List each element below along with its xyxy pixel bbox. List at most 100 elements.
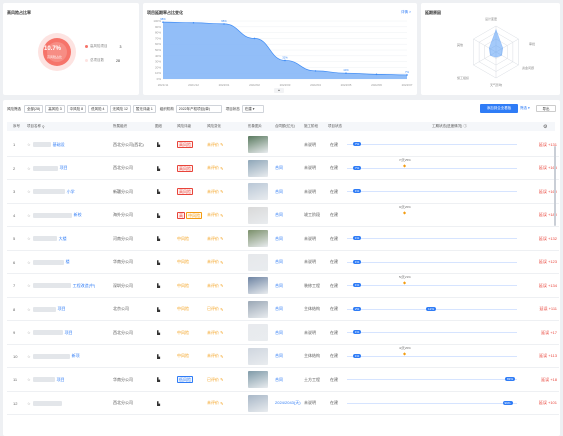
table-row[interactable]: 1 ☆ 基础设 西北分公司(西北) ▙ 高风险 未评价 ✎ 未说明 在建 7% … [7, 133, 559, 157]
star-icon[interactable]: ☆ [27, 142, 31, 147]
delay-remark[interactable]: 延误 +113 [519, 345, 557, 369]
detail-link[interactable]: 详情 > [401, 10, 411, 15]
project-image[interactable] [248, 204, 270, 228]
project-image[interactable] [248, 180, 270, 204]
col-header[interactable]: 项目名称 ⚲ [27, 122, 45, 131]
project-name[interactable]: ☆ 基础设 [27, 133, 109, 157]
project-image[interactable] [248, 392, 270, 416]
project-image[interactable] [248, 227, 270, 251]
risk-change[interactable]: 未评价 ✎ [207, 133, 245, 157]
delay-remark[interactable]: 延误 +180 [519, 204, 557, 228]
delay-remark[interactable]: 延误 +160 [519, 180, 557, 204]
filter-chip[interactable]: 无风险 12 [109, 105, 131, 113]
filter-chip[interactable]: 全部(28) [24, 105, 44, 113]
vertical-scrollbar[interactable] [554, 146, 556, 226]
risk-change[interactable]: 未评价 ✎ [207, 392, 245, 416]
data-point[interactable] [192, 21, 195, 24]
table-row[interactable]: 9 ☆ 项目 西北分公司 ▙ 中风险 未评价 ✎ 合同 未说明 在建 1% 延误… [7, 321, 559, 345]
project-name[interactable]: ☆ 工程改造(中) [27, 274, 109, 298]
filter-toggle[interactable]: 筛选 ▾ [520, 106, 530, 111]
table-row[interactable]: 12 ☆ 西北分公司 ▙ 未评价 ✎ 2024/2043(天) 未说明 在建 9… [7, 392, 559, 416]
star-icon[interactable]: ☆ [27, 330, 31, 335]
project-name[interactable]: ☆ 项目 [27, 157, 109, 181]
delay-remark[interactable]: 延误 +18 [519, 368, 557, 392]
table-row[interactable]: 6 ☆ 楼 华南分公司 ▙ 中风险 未评价 ✎ 合同 未说明 在建 1% 延误 … [7, 251, 559, 275]
star-icon[interactable]: ☆ [27, 213, 31, 218]
project-image[interactable] [248, 345, 270, 369]
project-name[interactable]: ☆ 新项 [27, 345, 109, 369]
drawing-icon[interactable]: ▙ [157, 157, 165, 181]
drawing-icon[interactable]: ▙ [157, 321, 165, 345]
delay-remark[interactable]: 延误 +17 [519, 321, 557, 345]
data-point[interactable] [314, 70, 317, 72]
project-image[interactable] [248, 251, 270, 275]
project-name[interactable]: ☆ 小学 [27, 180, 109, 204]
star-icon[interactable]: ☆ [27, 236, 31, 241]
contract-amount[interactable]: 合同 [275, 274, 303, 298]
contract-amount[interactable]: 合同 [275, 157, 303, 181]
filter-chip[interactable]: 中风险 8 [66, 105, 87, 113]
star-icon[interactable]: ☆ [27, 189, 31, 194]
data-point[interactable] [345, 72, 347, 74]
risk-change[interactable]: 已评价 ✎ [207, 368, 245, 392]
project-image[interactable] [248, 274, 270, 298]
risk-change[interactable]: 未评价 ✎ [207, 321, 245, 345]
risk-change[interactable]: 未评价 ✎ [207, 251, 245, 275]
data-point[interactable] [223, 23, 225, 25]
contract-amount[interactable]: 合同 [275, 251, 303, 275]
project-image[interactable] [248, 133, 270, 157]
project-name[interactable]: ☆ 大楼 [27, 227, 109, 251]
project-image[interactable] [248, 157, 270, 181]
data-point[interactable] [406, 74, 408, 76]
add-to-board-button[interactable]: 添加到企业看板 [480, 104, 518, 113]
delay-remark[interactable]: 延误 +134 [519, 274, 557, 298]
table-row[interactable]: 10 ☆ 新项 ▙ 中风险 未评价 ✎ 合同 主体结构 在建 1% 4(天)/0%… [7, 345, 559, 369]
drawing-icon[interactable]: ▙ [157, 227, 165, 251]
star-icon[interactable]: ☆ [27, 307, 31, 312]
table-row[interactable]: 7 ☆ 工程改造(中) 深圳分公司 ▙ 中风险 未评价 ✎ 合同 装修工程 在建… [7, 274, 559, 298]
star-icon[interactable]: ☆ [27, 377, 31, 382]
star-icon[interactable]: ☆ [27, 260, 31, 265]
table-row[interactable]: 5 ☆ 大楼 河南分公司 ▙ 中风险 未评价 ✎ 合同 未说明 在建 1% 延误… [7, 227, 559, 251]
risk-change[interactable]: 未评价 ✎ [207, 227, 245, 251]
drawing-icon[interactable]: ▙ [157, 392, 165, 416]
project-image[interactable] [248, 368, 270, 392]
project-name[interactable]: ☆ 项目 [27, 321, 109, 345]
project-image[interactable] [248, 321, 270, 345]
star-icon[interactable]: ☆ [27, 401, 31, 406]
table-row[interactable]: 2 ☆ 项目 西北分公司 ▙ 高风险 未评价 ✎ 合同 未说明 在建 7% 7(天… [7, 157, 559, 181]
chart-scroll-handle[interactable]: ▲ [274, 88, 284, 93]
table-row[interactable]: 3 ☆ 小学 新疆分公司 ▙ 高风险 未评价 ✎ 合同 未说明 在建 1% 延误… [7, 180, 559, 204]
table-row[interactable]: 8 ☆ 项目 北京公司 ▙ 中风险 已评价 ✎ 合同 主体结构 在建 2% 12%… [7, 298, 559, 322]
drawing-icon[interactable]: ▙ [157, 251, 165, 275]
contract-amount[interactable]: 合同 [275, 180, 303, 204]
star-icon[interactable]: ☆ [27, 166, 31, 171]
risk-change[interactable]: 未评价 ✎ [207, 345, 245, 369]
drawing-icon[interactable]: ▙ [157, 298, 165, 322]
drawing-icon[interactable]: ▙ [157, 345, 165, 369]
drawing-icon[interactable]: ▙ [157, 274, 165, 298]
contract-amount[interactable]: 合同 [275, 321, 303, 345]
status-select[interactable]: 在建 ▾ [241, 105, 264, 113]
risk-change[interactable]: 未评价 ✎ [207, 180, 245, 204]
contract-amount[interactable]: 合同 [275, 368, 303, 392]
filter-chip[interactable]: 高风险 3 [45, 105, 65, 113]
export-button[interactable]: 导出 [536, 105, 556, 112]
drawing-icon[interactable]: ▙ [157, 133, 165, 157]
project-name[interactable]: ☆ [27, 392, 109, 416]
star-icon[interactable]: ☆ [27, 354, 31, 359]
contract-amount[interactable]: 合同 [275, 227, 303, 251]
data-point[interactable] [284, 59, 286, 62]
contract-amount[interactable]: 合同 [275, 345, 303, 369]
drawing-icon[interactable]: ▙ [157, 204, 165, 228]
star-icon[interactable]: ☆ [27, 283, 31, 288]
delay-remark[interactable]: 延误 +101 [519, 392, 557, 416]
delay-remark[interactable]: 延误 +165 [519, 157, 557, 181]
project-image[interactable] [248, 298, 270, 322]
delay-remark[interactable]: 延误 +123 [519, 251, 557, 275]
project-name[interactable]: ☆ 楼 [27, 251, 109, 275]
org-select[interactable]: 2022年产权项目(单) [175, 105, 222, 113]
risk-change[interactable]: 已评价 ✎ [207, 298, 245, 322]
drawing-icon[interactable]: ▙ [157, 180, 165, 204]
contract-amount[interactable]: 2024/2043(天) [275, 392, 303, 416]
